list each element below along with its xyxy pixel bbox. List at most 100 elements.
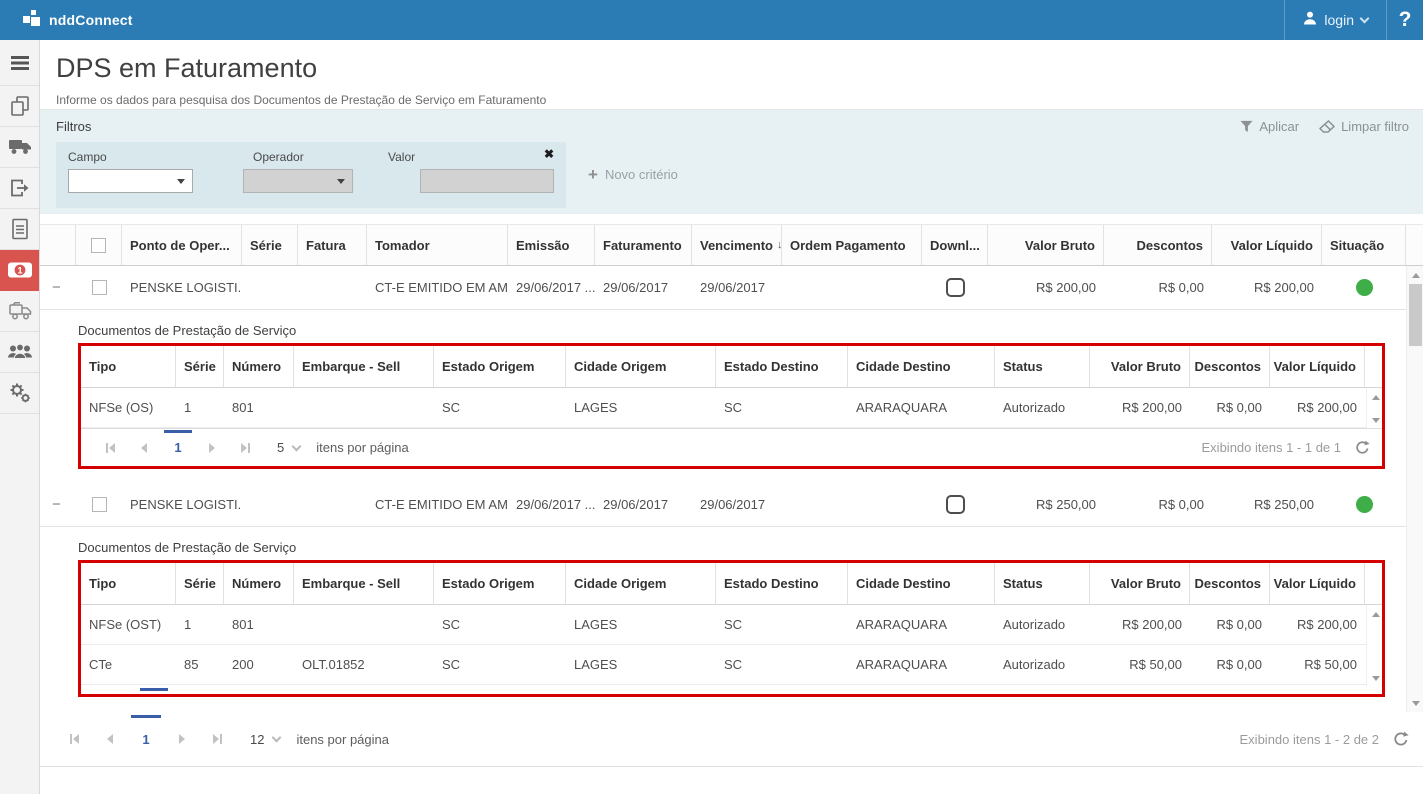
pager-page-1[interactable]: 1 xyxy=(161,429,195,466)
column-header-label: Fatura xyxy=(306,238,346,253)
detail-column-valor-bruto[interactable]: Valor Bruto xyxy=(1090,346,1190,387)
detail-column-valor-bruto[interactable]: Valor Bruto xyxy=(1090,563,1190,604)
detail-column-numero[interactable]: Número xyxy=(224,563,294,604)
sidebar-item-exit[interactable] xyxy=(0,168,39,209)
row-checkbox[interactable] xyxy=(92,280,107,295)
detail-column-estado-origem[interactable]: Estado Origem xyxy=(434,563,566,604)
column-header-vencimento[interactable]: Vencimento↓ xyxy=(692,225,782,265)
column-header-tomador[interactable]: Tomador xyxy=(367,225,508,265)
column-header-label: Descontos xyxy=(1195,576,1261,591)
sidebar-item-delivery[interactable] xyxy=(0,291,39,332)
detail-column-valor-liquido[interactable]: Valor Líquido xyxy=(1270,563,1365,604)
column-header-situacao[interactable]: Situação xyxy=(1322,225,1406,265)
new-criterion-button[interactable]: + Novo critério xyxy=(588,166,678,183)
help-button[interactable]: ? xyxy=(1387,0,1423,40)
column-header-label: Ponto de Oper... xyxy=(130,238,230,253)
detail-column-valor-liquido[interactable]: Valor Líquido xyxy=(1270,346,1365,387)
pager-prev-button[interactable] xyxy=(127,429,161,466)
detail-column-status[interactable]: Status xyxy=(995,563,1090,604)
page-size-select[interactable]: 12 xyxy=(250,712,280,766)
collapse-row-button[interactable]: − xyxy=(48,279,65,296)
pager-last-button[interactable] xyxy=(200,712,236,766)
detail-column-numero[interactable]: Número xyxy=(224,346,294,387)
select-arrow-icon xyxy=(177,179,185,184)
remove-criterion-button[interactable]: ✖ xyxy=(544,148,554,160)
column-header-serie[interactable]: Série xyxy=(242,225,298,265)
collapse-row-button[interactable]: − xyxy=(48,496,65,513)
detail-column-tipo[interactable]: Tipo xyxy=(81,346,176,387)
column-header-faturamento[interactable]: Faturamento xyxy=(595,225,692,265)
pager-first-button[interactable] xyxy=(56,712,92,766)
select-all-checkbox[interactable] xyxy=(91,238,106,253)
detail-scrollbar[interactable] xyxy=(1366,389,1382,428)
sidebar-item-document[interactable] xyxy=(0,209,39,250)
detail-column-embarque[interactable]: Embarque - Sell xyxy=(294,346,434,387)
column-header-label: Série xyxy=(184,576,216,591)
grid-scrollbar[interactable] xyxy=(1406,266,1423,712)
apply-filter-button[interactable]: Aplicar xyxy=(1240,119,1299,134)
field-select[interactable] xyxy=(68,169,193,193)
pager-first-button[interactable] xyxy=(93,429,127,466)
pager-next-button[interactable] xyxy=(164,712,200,766)
detail-column-cidade-origem[interactable]: Cidade Origem xyxy=(566,563,716,604)
pager-next-button[interactable] xyxy=(195,429,229,466)
sidebar-item-menu[interactable] xyxy=(0,40,39,86)
column-header-label: Vencimento xyxy=(700,238,773,253)
detail-column-estado-origem[interactable]: Estado Origem xyxy=(434,346,566,387)
column-header-download[interactable]: Downl... xyxy=(922,225,988,265)
clear-filter-button[interactable]: Limpar filtro xyxy=(1319,119,1409,134)
pager-last-button[interactable] xyxy=(229,429,263,466)
detail-column-serie[interactable]: Série xyxy=(176,563,224,604)
column-header-descontos[interactable]: Descontos xyxy=(1104,225,1212,265)
detail-column-descontos[interactable]: Descontos xyxy=(1190,563,1270,604)
page-header: DPS em Faturamento Informe os dados para… xyxy=(40,40,1423,110)
brand-logo[interactable]: nddConnect xyxy=(0,8,133,33)
detail-column-cidade-origem[interactable]: Cidade Origem xyxy=(566,346,716,387)
scrollbar-thumb[interactable] xyxy=(1409,284,1422,346)
detail-column-status[interactable]: Status xyxy=(995,346,1090,387)
value-input[interactable] xyxy=(420,169,554,193)
column-header-fatura[interactable]: Fatura xyxy=(298,225,367,265)
pager-prev-button[interactable] xyxy=(92,712,128,766)
detail-column-descontos[interactable]: Descontos xyxy=(1190,346,1270,387)
column-header-valor-liquido[interactable]: Valor Líquido xyxy=(1212,225,1322,265)
operator-select[interactable] xyxy=(243,169,352,193)
sidebar-item-settings[interactable] xyxy=(0,373,39,414)
sidebar-item-documents[interactable] xyxy=(0,86,39,127)
column-header-ponto[interactable]: Ponto de Oper... xyxy=(122,225,242,265)
refresh-button[interactable] xyxy=(1355,440,1370,455)
column-header-select-all[interactable] xyxy=(76,225,122,265)
detail-scrollbar[interactable] xyxy=(1366,606,1382,686)
row-checkbox[interactable] xyxy=(92,497,107,512)
scroll-up-icon xyxy=(1412,273,1420,278)
detail-column-embarque[interactable]: Embarque - Sell xyxy=(294,563,434,604)
download-checkbox[interactable] xyxy=(946,278,965,297)
download-checkbox[interactable] xyxy=(946,495,965,514)
cell-serie: 1 xyxy=(184,617,191,632)
login-menu[interactable]: login xyxy=(1284,0,1387,40)
pager-page-1[interactable]: 1 xyxy=(128,712,164,766)
detail-column-tipo[interactable]: Tipo xyxy=(81,563,176,604)
column-header-ordem-pagamento[interactable]: Ordem Pagamento xyxy=(782,225,922,265)
column-header-label: Embarque - Sell xyxy=(302,359,400,374)
column-header-emissao[interactable]: Emissão xyxy=(508,225,595,265)
cell-cidade-origem: LAGES xyxy=(574,657,617,672)
cell-estado-destino: SC xyxy=(724,400,742,415)
detail-column-estado-destino[interactable]: Estado Destino xyxy=(716,563,848,604)
exit-icon xyxy=(9,178,31,198)
cell-valor-bruto: R$ 200,00 xyxy=(1036,280,1096,295)
cell-embarque: OLT.01852 xyxy=(302,657,365,672)
detail-column-cidade-destino[interactable]: Cidade Destino xyxy=(848,563,995,604)
sidebar-item-users[interactable] xyxy=(0,332,39,373)
cell-tipo: NFSe (OS) xyxy=(89,400,153,415)
column-header-label: Valor Líquido xyxy=(1274,359,1356,374)
sidebar-item-truck[interactable] xyxy=(0,127,39,168)
column-header-valor-bruto[interactable]: Valor Bruto xyxy=(988,225,1104,265)
page-size-select[interactable]: 5 xyxy=(277,429,300,466)
detail-column-cidade-destino[interactable]: Cidade Destino xyxy=(848,346,995,387)
detail-column-serie[interactable]: Série xyxy=(176,346,224,387)
refresh-button[interactable] xyxy=(1393,731,1409,747)
detail-pager: 1 5 itens por página Exibindo itens 1 - … xyxy=(81,428,1382,466)
detail-column-estado-destino[interactable]: Estado Destino xyxy=(716,346,848,387)
sidebar-item-billing[interactable]: 1 xyxy=(0,250,39,291)
